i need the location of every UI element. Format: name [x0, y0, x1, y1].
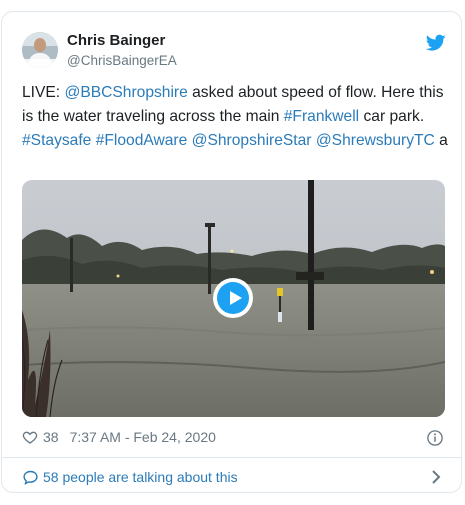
conversation-link[interactable]: 58 people are talking about this	[22, 467, 238, 487]
avatar[interactable]	[22, 32, 58, 68]
info-icon[interactable]	[426, 429, 444, 447]
timestamp[interactable]: 7:37 AM - Feb 24, 2020	[70, 429, 216, 445]
mention-link[interactable]: @ShrewsburyTC	[316, 132, 435, 149]
tweet-text-segment: car park.	[359, 108, 425, 125]
speech-bubble-icon	[23, 470, 38, 485]
tweet-text-segment: a	[434, 132, 448, 149]
play-icon	[230, 291, 242, 305]
tweet-card[interactable]: Chris Bainger @ChrisBaingerEA LIVE: @BBC…	[1, 11, 462, 493]
conversation-label: 58 people are talking about this	[43, 469, 238, 485]
heart-icon[interactable]	[22, 429, 38, 445]
mention-link[interactable]: @ShropshireStar	[192, 132, 312, 149]
tweet-meta: 38 7:37 AM - Feb 24, 2020	[22, 427, 216, 447]
tweet-text: LIVE: @BBCShropshire asked about speed o…	[22, 81, 450, 153]
hashtag-link[interactable]: #Staysafe	[22, 132, 91, 149]
like-count[interactable]: 38	[43, 429, 59, 445]
chevron-right-icon[interactable]	[429, 469, 443, 485]
tweet-text-segment: LIVE:	[22, 84, 65, 101]
divider	[2, 457, 461, 458]
twitter-bird-icon[interactable]	[426, 34, 446, 52]
avatar-image	[22, 32, 58, 68]
hashtag-link[interactable]: #Frankwell	[284, 108, 359, 125]
author-name[interactable]: Chris Bainger	[67, 32, 165, 49]
hashtag-link[interactable]: #FloodAware	[96, 132, 188, 149]
play-button[interactable]	[213, 278, 253, 318]
video-player[interactable]	[22, 180, 445, 417]
mention-link[interactable]: @BBCShropshire	[64, 84, 187, 101]
author-handle[interactable]: @ChrisBaingerEA	[67, 53, 177, 68]
